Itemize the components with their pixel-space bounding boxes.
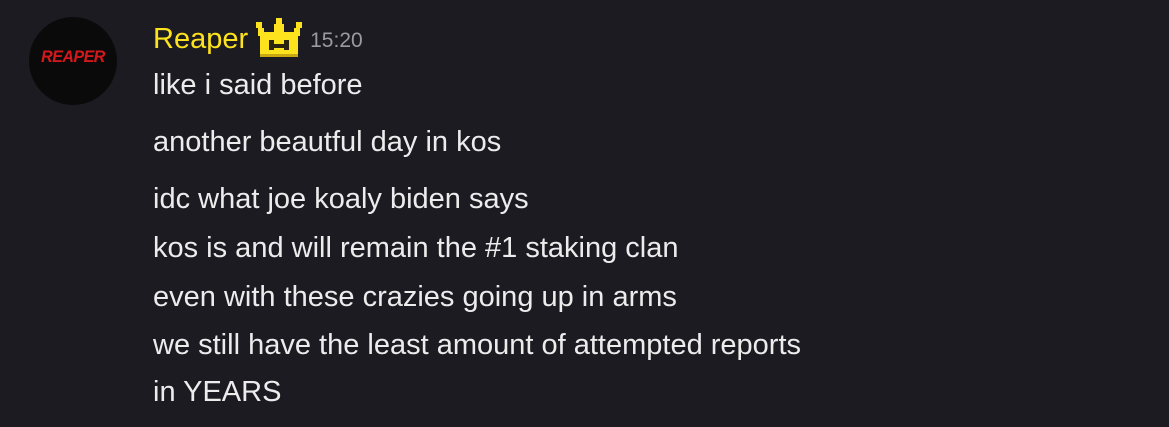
message-line: kos is and will remain the #1 staking cl…	[153, 232, 679, 264]
chat-message-group: REAPER Reaper 15:20 like i said before a…	[0, 0, 1169, 427]
message-header: Reaper 15:20	[153, 17, 363, 61]
message-line: in YEARS	[153, 376, 282, 408]
message-timestamp[interactable]: 15:20	[310, 19, 363, 63]
avatar-logo-text: REAPER	[41, 48, 105, 67]
message-line: even with these crazies going up in arms	[153, 281, 677, 313]
avatar[interactable]: REAPER	[29, 17, 117, 105]
pixel-crown-icon[interactable]	[256, 18, 303, 58]
message-line: another beautful day in kos	[153, 126, 502, 158]
message-line: like i said before	[153, 69, 363, 101]
author-name[interactable]: Reaper	[153, 17, 248, 61]
message-line: we still have the least amount of attemp…	[153, 329, 802, 361]
message-line: idc what joe koaly biden says	[153, 183, 529, 215]
